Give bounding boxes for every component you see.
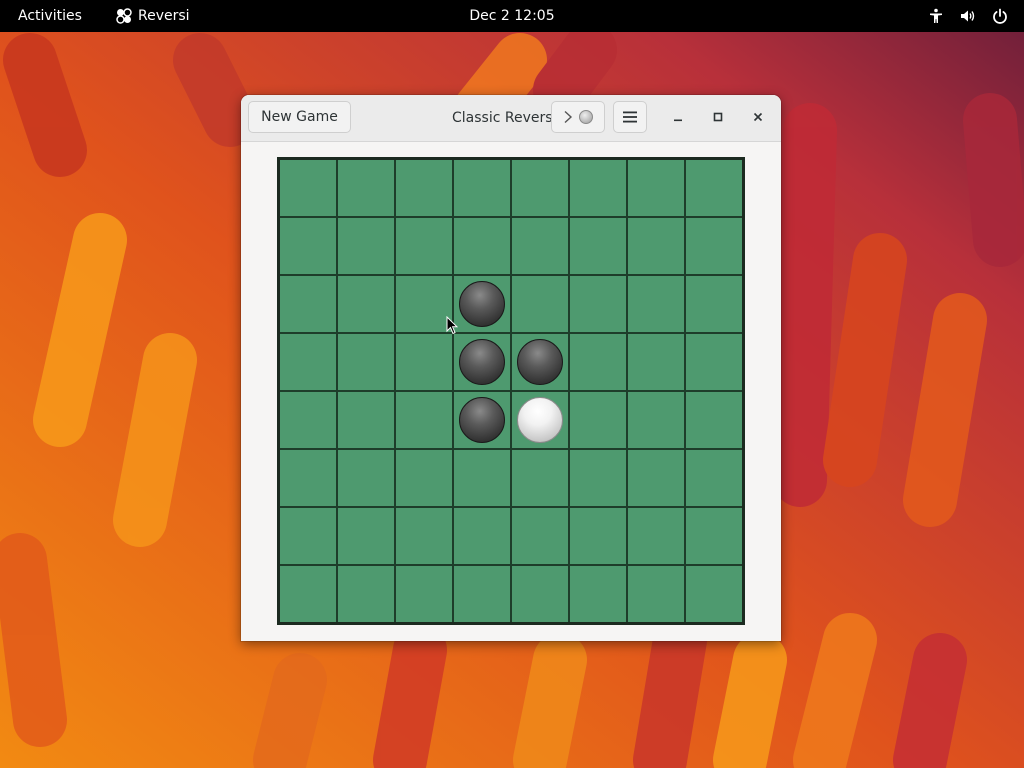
dark-disc [459,281,505,327]
board-cell-b1[interactable] [338,160,394,216]
board-cell-f7[interactable] [570,508,626,564]
board-cell-c4[interactable] [396,334,452,390]
board-cell-a5[interactable] [280,392,336,448]
board-cell-g7[interactable] [628,508,684,564]
board-cell-b7[interactable] [338,508,394,564]
board-cell-g3[interactable] [628,276,684,332]
board-cell-g1[interactable] [628,160,684,216]
board-cell-g2[interactable] [628,218,684,274]
board-cell-d7[interactable] [454,508,510,564]
board-cell-d2[interactable] [454,218,510,274]
maximize-button[interactable] [706,105,730,129]
board-cell-h6[interactable] [686,450,742,506]
close-icon [753,112,763,122]
board-cell-a3[interactable] [280,276,336,332]
board-cell-a6[interactable] [280,450,336,506]
board-cell-c1[interactable] [396,160,452,216]
board-cell-h3[interactable] [686,276,742,332]
reversi-app-icon [116,8,132,24]
board-cell-b5[interactable] [338,392,394,448]
game-board[interactable] [277,157,745,625]
board-cell-f4[interactable] [570,334,626,390]
board-cell-a8[interactable] [280,566,336,622]
board-cell-b4[interactable] [338,334,394,390]
board-cell-d6[interactable] [454,450,510,506]
accessibility-icon[interactable] [928,8,944,24]
board-cell-e8[interactable] [512,566,568,622]
board-cell-c2[interactable] [396,218,452,274]
board-cell-h1[interactable] [686,160,742,216]
board-cell-f6[interactable] [570,450,626,506]
board-cell-g6[interactable] [628,450,684,506]
board-cell-e6[interactable] [512,450,568,506]
board-cell-h8[interactable] [686,566,742,622]
light-disc [517,397,563,443]
board-cell-c5[interactable] [396,392,452,448]
board-cell-c6[interactable] [396,450,452,506]
dark-disc [459,339,505,385]
board-cell-f2[interactable] [570,218,626,274]
board-cell-b3[interactable] [338,276,394,332]
system-tray[interactable] [928,0,1008,32]
board-cell-g8[interactable] [628,566,684,622]
app-menu[interactable]: Reversi [116,0,190,32]
close-button[interactable] [746,105,770,129]
board-cell-d1[interactable] [454,160,510,216]
board-cell-b8[interactable] [338,566,394,622]
chevron-right-icon [564,110,573,124]
board-cell-e3[interactable] [512,276,568,332]
clock[interactable]: Dec 2 12:05 [469,8,554,24]
dark-disc [459,397,505,443]
board-cell-g4[interactable] [628,334,684,390]
board-cell-d5[interactable] [454,392,510,448]
minimize-button[interactable] [666,105,690,129]
hamburger-menu-icon [623,111,637,123]
board-cell-h5[interactable] [686,392,742,448]
board-cell-e7[interactable] [512,508,568,564]
main-menu-button[interactable] [613,101,647,133]
board-cell-b6[interactable] [338,450,394,506]
current-player-disc-icon [579,110,593,124]
board-cell-e2[interactable] [512,218,568,274]
new-game-button[interactable]: New Game [248,101,351,133]
volume-icon[interactable] [960,8,976,24]
board-cell-g5[interactable] [628,392,684,448]
board-cell-h7[interactable] [686,508,742,564]
board-cell-e1[interactable] [512,160,568,216]
board-cell-f8[interactable] [570,566,626,622]
maximize-icon [713,112,723,122]
board-cell-a2[interactable] [280,218,336,274]
board-cell-f5[interactable] [570,392,626,448]
board-cell-c8[interactable] [396,566,452,622]
turn-indicator-button[interactable] [551,101,605,133]
board-cell-f3[interactable] [570,276,626,332]
board-cell-d3[interactable] [454,276,510,332]
board-cell-d4[interactable] [454,334,510,390]
window-title: Classic Reversi [452,110,557,126]
dark-disc [517,339,563,385]
minimize-icon [674,119,682,122]
board-cell-f1[interactable] [570,160,626,216]
reversi-window: New Game Classic Reversi [241,95,781,641]
board-cell-d8[interactable] [454,566,510,622]
top-bar: Activities Reversi Dec 2 12:05 [0,0,1024,32]
board-cell-a4[interactable] [280,334,336,390]
board-cell-c7[interactable] [396,508,452,564]
mouse-pointer-icon [446,316,458,335]
board-cell-c3[interactable] [396,276,452,332]
activities-button[interactable]: Activities [18,0,82,32]
header-bar[interactable]: New Game Classic Reversi [241,95,781,142]
board-cell-h4[interactable] [686,334,742,390]
board-cell-e5[interactable] [512,392,568,448]
board-cell-e4[interactable] [512,334,568,390]
power-icon[interactable] [992,8,1008,24]
board-cell-h2[interactable] [686,218,742,274]
app-menu-label: Reversi [138,8,190,24]
board-cell-a1[interactable] [280,160,336,216]
board-cell-b2[interactable] [338,218,394,274]
board-cell-a7[interactable] [280,508,336,564]
